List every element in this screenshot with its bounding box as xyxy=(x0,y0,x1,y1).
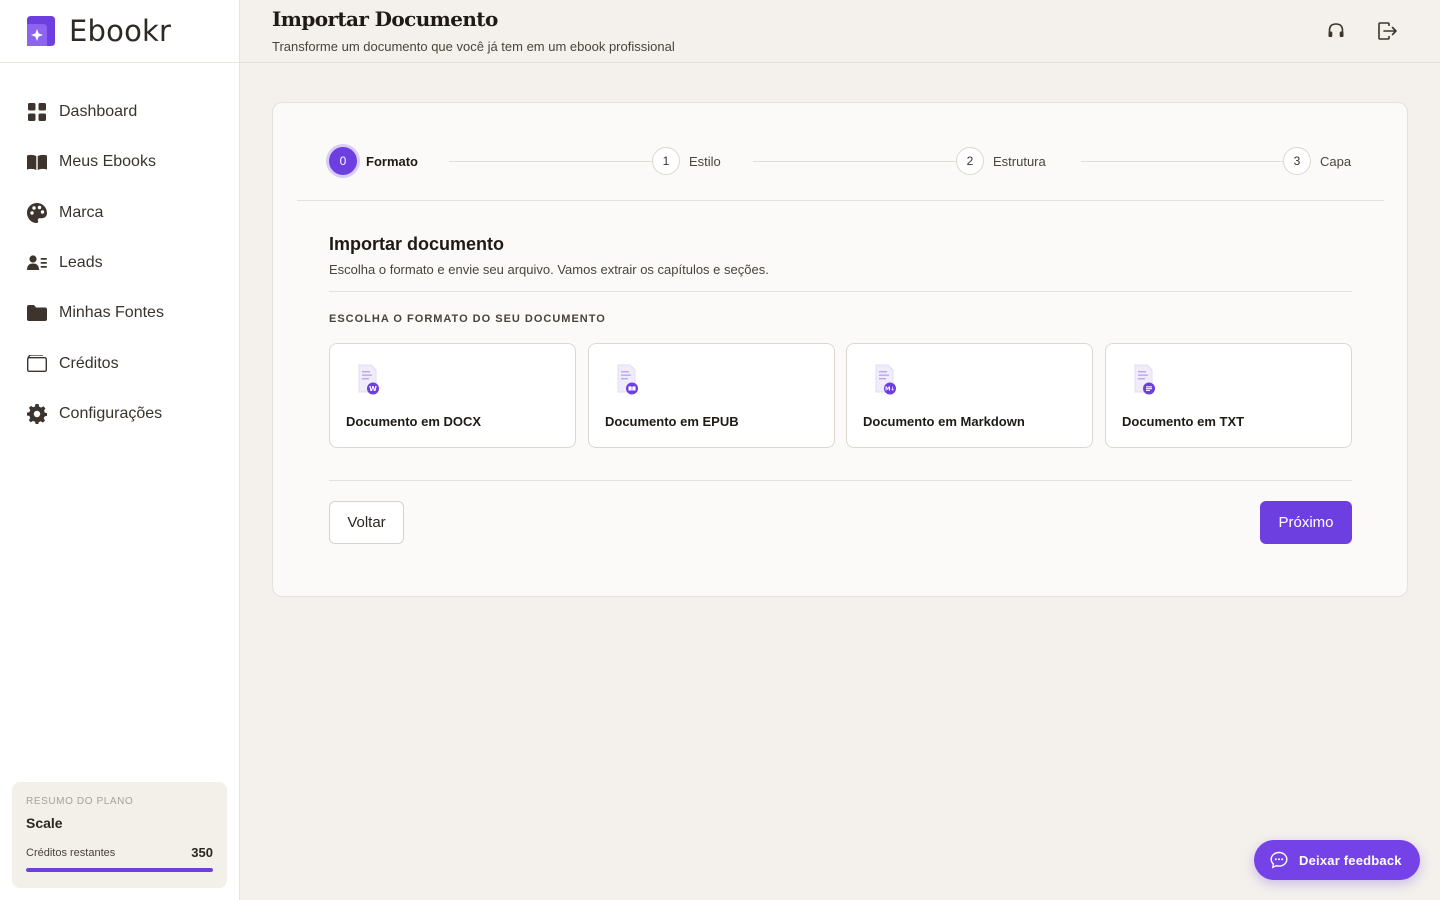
sidebar-item-marca[interactable]: Marca xyxy=(0,188,239,238)
back-button[interactable]: Voltar xyxy=(329,501,404,544)
stepper: 0 Formato 1 Estilo 2 Estrutura 3 Capa xyxy=(297,103,1384,201)
credits-value: 350 xyxy=(191,845,213,860)
plan-caption: RESUMO DO PLANO xyxy=(26,796,134,807)
credits-progress-bar xyxy=(26,868,213,872)
brand[interactable]: Ebookr xyxy=(0,0,239,63)
sidebar-item-meus-ebooks[interactable]: Meus Ebooks xyxy=(0,137,239,187)
step-formato[interactable]: 0 Formato xyxy=(329,147,418,175)
wallet-icon xyxy=(27,354,47,374)
plan-credits-row: Créditos restantes 350 xyxy=(26,845,213,860)
folder-icon xyxy=(27,303,47,323)
markdown-file-icon: M↓ xyxy=(875,364,896,395)
step-capa[interactable]: 3 Capa xyxy=(1283,147,1351,175)
svg-text:M↓: M↓ xyxy=(885,386,895,393)
plan-name: Scale xyxy=(26,815,63,831)
step-label: Estrutura xyxy=(993,153,1046,169)
support-button[interactable] xyxy=(1325,20,1347,42)
sidebar-item-label: Créditos xyxy=(59,354,119,372)
step-label: Capa xyxy=(1320,153,1352,169)
step-number: 2 xyxy=(956,147,984,175)
credits-label: Créditos restantes xyxy=(26,846,116,859)
sidebar-item-creditos[interactable]: Créditos xyxy=(0,338,239,388)
palette-icon xyxy=(27,202,47,223)
divider xyxy=(329,291,1352,292)
format-option-markdown[interactable]: M↓ Documento em Markdown xyxy=(846,343,1093,448)
plan-summary: RESUMO DO PLANO Scale Créditos restantes… xyxy=(12,782,227,888)
section-title: Importar documento xyxy=(329,234,505,254)
sidebar-item-configuracoes[interactable]: Configurações xyxy=(0,389,239,439)
sidebar-item-label: Minhas Fontes xyxy=(59,304,164,322)
step-label: Estilo xyxy=(689,153,721,169)
gear-icon xyxy=(27,403,47,424)
txt-file-icon xyxy=(1134,364,1155,395)
format-option-epub[interactable]: Documento em EPUB xyxy=(588,343,835,448)
format-label: Documento em Markdown xyxy=(863,414,1025,429)
credits-progress-fill xyxy=(26,868,213,872)
step-estrutura[interactable]: 2 Estrutura xyxy=(956,147,1046,175)
format-caption: ESCOLHA O FORMATO DO SEU DOCUMENTO xyxy=(329,313,606,325)
sidebar-item-label: Marca xyxy=(59,203,104,221)
page-subtitle: Transforme um documento que você já tem … xyxy=(272,39,675,54)
sidebar-nav: Dashboard Meus Ebooks Marca Leads Minhas… xyxy=(0,63,239,439)
import-card: 0 Formato 1 Estilo 2 Estrutura 3 Capa Im… xyxy=(272,102,1408,597)
brand-name: Ebookr xyxy=(69,14,172,48)
sidebar-item-label: Meus Ebooks xyxy=(59,153,156,171)
logout-button[interactable] xyxy=(1377,20,1399,42)
book-icon xyxy=(27,152,47,172)
sidebar-item-minhas-fontes[interactable]: Minhas Fontes xyxy=(0,288,239,338)
headset-icon xyxy=(1328,23,1344,37)
format-label: Documento em EPUB xyxy=(605,414,739,429)
svg-text:W: W xyxy=(369,385,377,393)
step-label: Formato xyxy=(366,153,418,169)
feedback-button[interactable]: Deixar feedback xyxy=(1254,840,1420,880)
sidebar-item-leads[interactable]: Leads xyxy=(0,238,239,288)
step-estilo[interactable]: 1 Estilo xyxy=(652,147,721,175)
step-connector xyxy=(449,161,667,162)
next-button[interactable]: Próximo xyxy=(1260,501,1352,544)
page-title: Importar Documento xyxy=(272,7,498,31)
format-label: Documento em DOCX xyxy=(346,414,482,429)
sidebar-item-label: Leads xyxy=(59,254,103,272)
docx-file-icon: W xyxy=(358,364,379,395)
step-connector xyxy=(1081,161,1297,162)
format-label: Documento em TXT xyxy=(1122,414,1245,429)
chat-icon xyxy=(1270,851,1288,869)
contacts-icon xyxy=(27,253,47,273)
page-header: Importar Documento Transforme um documen… xyxy=(240,0,1440,63)
sidebar-item-label: Dashboard xyxy=(59,103,138,121)
step-connector xyxy=(753,161,971,162)
section-description: Escolha o formato e envie seu arquivo. V… xyxy=(329,262,769,277)
sidebar-item-label: Configurações xyxy=(59,404,163,422)
step-number: 3 xyxy=(1283,147,1311,175)
sidebar: Ebookr Dashboard Meus Ebooks Marca Leads xyxy=(0,0,240,900)
dashboard-icon xyxy=(27,102,47,122)
ebookr-logo-icon xyxy=(27,16,55,46)
epub-file-icon xyxy=(617,364,638,395)
step-number: 0 xyxy=(329,147,357,175)
sidebar-item-dashboard[interactable]: Dashboard xyxy=(0,87,239,137)
feedback-label: Deixar feedback xyxy=(1299,852,1402,868)
step-number: 1 xyxy=(652,147,680,175)
format-option-docx[interactable]: W Documento em DOCX xyxy=(329,343,576,448)
logout-icon xyxy=(1378,22,1397,40)
format-option-txt[interactable]: Documento em TXT xyxy=(1105,343,1352,448)
divider xyxy=(329,480,1352,481)
